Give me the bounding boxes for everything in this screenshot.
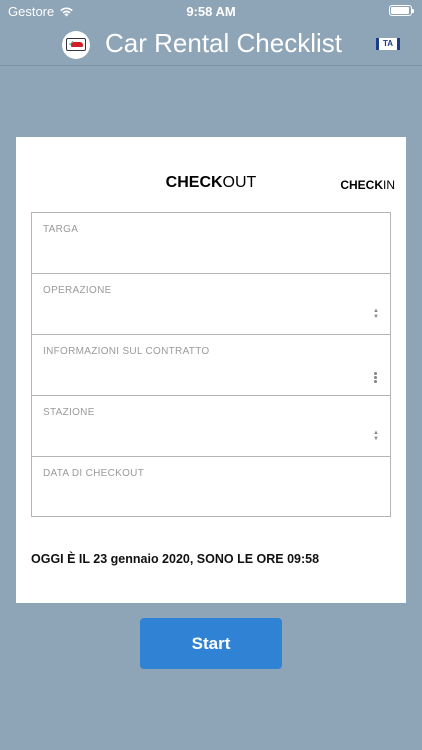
tab-checkout-normal: OUT [222, 174, 257, 191]
updown-chevron-icon: ▲ ▼ [373, 308, 379, 320]
contract-info-field[interactable]: INFORMAZIONI SUL CONTRATTO [32, 335, 390, 396]
status-time: 9:58 AM [186, 4, 236, 19]
operazione-select[interactable]: OPERAZIONE ▲ ▼ [32, 274, 390, 335]
page-title: Car Rental Checklist [105, 28, 342, 58]
more-vertical-icon[interactable] [374, 372, 377, 383]
tab-checkin[interactable]: CHECKIN [340, 178, 395, 192]
tab-checkin-bold: CHECK [340, 178, 383, 192]
language-flag-icon[interactable]: TA [376, 38, 400, 50]
checkout-date-field[interactable]: DATA DI CHECKOUT [32, 457, 390, 517]
current-date-text: OGGI È IL 23 gennaio 2020, SONO LE ORE 0… [31, 552, 320, 566]
checklist-card: CHECKOUT CHECKIN TARGA OPERAZIONE ▲ ▼ INF… [16, 137, 406, 603]
checkout-form: TARGA OPERAZIONE ▲ ▼ INFORMAZIONI SUL CON… [31, 212, 391, 517]
updown-chevron-icon: ▲ ▼ [373, 430, 379, 442]
field-label-stazione: STAZIONE [43, 407, 95, 418]
battery-icon [389, 5, 414, 16]
app-logo-icon: ✓ [62, 31, 90, 59]
tab-checkout-bold: CHECK [165, 174, 223, 191]
field-label-checkout-date: DATA DI CHECKOUT [43, 468, 145, 479]
field-label-contract-info: INFORMAZIONI SUL CONTRATTO [43, 346, 210, 357]
field-label-operazione: OPERAZIONE [43, 285, 112, 296]
field-label-targa: TARGA [43, 224, 79, 235]
stazione-select[interactable]: STAZIONE ▲ ▼ [32, 396, 390, 457]
targa-field[interactable]: TARGA [32, 213, 390, 274]
tab-checkin-normal: IN [383, 178, 395, 192]
navigation-bar: ✓ Car Rental Checklist TA [0, 22, 422, 66]
start-button[interactable]: Start [140, 618, 282, 669]
status-bar: Gestore 9:58 AM [0, 0, 422, 22]
